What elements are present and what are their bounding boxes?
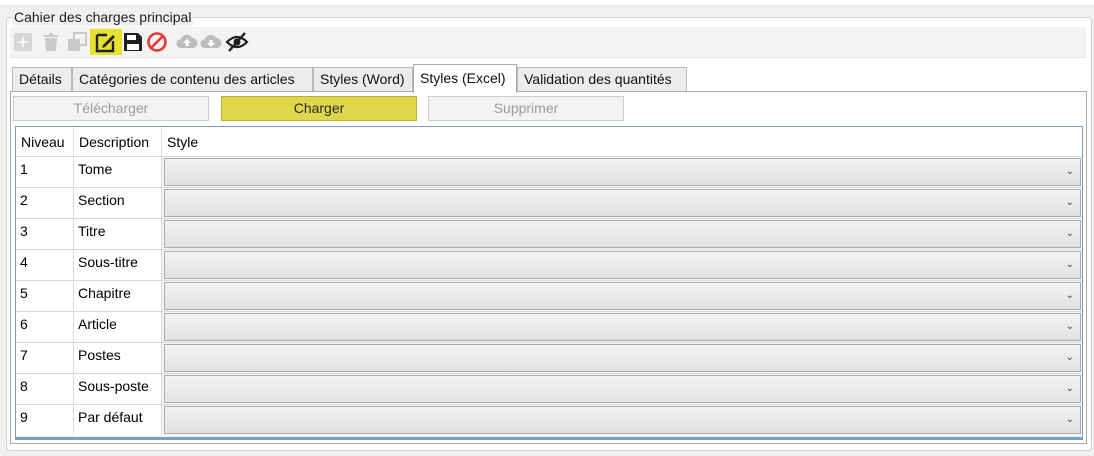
- edit-icon: [95, 33, 115, 53]
- upload-button[interactable]: [174, 29, 200, 55]
- tab-quantity-validation[interactable]: Validation des quantités: [517, 67, 687, 92]
- description-cell: Article: [74, 312, 162, 342]
- style-dropdown[interactable]: ⌄: [164, 282, 1081, 310]
- save-button[interactable]: [120, 29, 146, 55]
- description-cell: Titre: [74, 219, 162, 249]
- style-dropdown[interactable]: ⌄: [164, 313, 1081, 341]
- group-title: Cahier des charges principal: [12, 8, 194, 26]
- load-button[interactable]: Charger: [221, 96, 417, 121]
- niveau-cell: 6: [16, 312, 74, 342]
- column-header-niveau[interactable]: Niveau: [16, 127, 74, 156]
- niveau-cell: 4: [16, 250, 74, 280]
- cloud-upload-icon: [176, 34, 198, 48]
- tab-styles-excel[interactable]: Styles (Excel): [413, 64, 517, 93]
- niveau-cell: 2: [16, 188, 74, 218]
- chevron-down-icon: ⌄: [1065, 166, 1074, 177]
- niveau-cell: 9: [16, 405, 74, 435]
- table-row[interactable]: 2 Section ⌄: [16, 187, 1082, 218]
- niveau-cell: 1: [16, 157, 74, 187]
- delete-button[interactable]: [38, 29, 64, 55]
- style-dropdown[interactable]: ⌄: [164, 189, 1081, 217]
- eye-off-icon: [225, 32, 249, 52]
- trash-icon: [44, 33, 58, 51]
- description-cell: Chapitre: [74, 281, 162, 311]
- duplicate-button[interactable]: [64, 29, 90, 55]
- column-header-description[interactable]: Description: [74, 127, 162, 156]
- chevron-down-icon: ⌄: [1065, 321, 1074, 332]
- table-row[interactable]: 4 Sous-titre ⌄: [16, 249, 1082, 280]
- tab-styles-word[interactable]: Styles (Word): [313, 67, 413, 92]
- styles-grid: Niveau Description Style 1 Tome ⌄ 2 Sect…: [15, 126, 1083, 440]
- table-row[interactable]: 6 Article ⌄: [16, 311, 1082, 342]
- table-row[interactable]: 7 Postes ⌄: [16, 342, 1082, 373]
- window-top-strip: [0, 0, 1094, 6]
- table-row[interactable]: 8 Sous-poste ⌄: [16, 373, 1082, 404]
- grid-header: Niveau Description Style: [16, 127, 1082, 156]
- cancel-button[interactable]: [144, 29, 170, 55]
- toggle-visibility-button[interactable]: [224, 29, 250, 55]
- table-row[interactable]: 3 Titre ⌄: [16, 218, 1082, 249]
- download-button[interactable]: Télécharger: [13, 96, 209, 121]
- table-row[interactable]: 9 Par défaut ⌄: [16, 404, 1082, 435]
- description-cell: Postes: [74, 343, 162, 373]
- style-dropdown[interactable]: ⌄: [164, 344, 1081, 372]
- chevron-down-icon: ⌄: [1065, 197, 1074, 208]
- style-dropdown[interactable]: ⌄: [164, 406, 1081, 434]
- styles-excel-panel: Télécharger Charger Supprimer Niveau Des…: [10, 91, 1087, 444]
- column-header-style[interactable]: Style: [162, 127, 1082, 156]
- edit-button[interactable]: [90, 29, 122, 55]
- description-cell: Par défaut: [74, 405, 162, 435]
- chevron-down-icon: ⌄: [1065, 259, 1074, 270]
- toolbar: [10, 27, 1086, 58]
- add-button[interactable]: [10, 29, 36, 55]
- niveau-cell: 5: [16, 281, 74, 311]
- niveau-cell: 8: [16, 374, 74, 404]
- style-dropdown[interactable]: ⌄: [164, 220, 1081, 248]
- style-dropdown[interactable]: ⌄: [164, 251, 1081, 279]
- copy-icon: [68, 32, 87, 51]
- style-dropdown[interactable]: ⌄: [164, 158, 1081, 186]
- description-cell: Sous-titre: [74, 250, 162, 280]
- chevron-down-icon: ⌄: [1065, 228, 1074, 239]
- description-cell: Section: [74, 188, 162, 218]
- remove-button[interactable]: Supprimer: [428, 96, 624, 121]
- chevron-down-icon: ⌄: [1065, 290, 1074, 301]
- description-cell: Sous-poste: [74, 374, 162, 404]
- cloud-download-icon: [200, 34, 222, 48]
- table-row[interactable]: 1 Tome ⌄: [16, 156, 1082, 187]
- tab-content-categories[interactable]: Catégories de contenu des articles: [72, 67, 313, 92]
- add-icon: [14, 33, 32, 51]
- niveau-cell: 7: [16, 343, 74, 373]
- description-cell: Tome: [74, 157, 162, 187]
- chevron-down-icon: ⌄: [1065, 383, 1074, 394]
- chevron-down-icon: ⌄: [1065, 352, 1074, 363]
- tab-details[interactable]: Détails: [12, 67, 72, 92]
- chevron-down-icon: ⌄: [1065, 414, 1074, 425]
- style-dropdown[interactable]: ⌄: [164, 375, 1081, 403]
- niveau-cell: 3: [16, 219, 74, 249]
- table-row[interactable]: 5 Chapitre ⌄: [16, 280, 1082, 311]
- cancel-icon: [147, 32, 167, 52]
- download-cloud-button[interactable]: [198, 29, 224, 55]
- save-icon: [124, 33, 142, 51]
